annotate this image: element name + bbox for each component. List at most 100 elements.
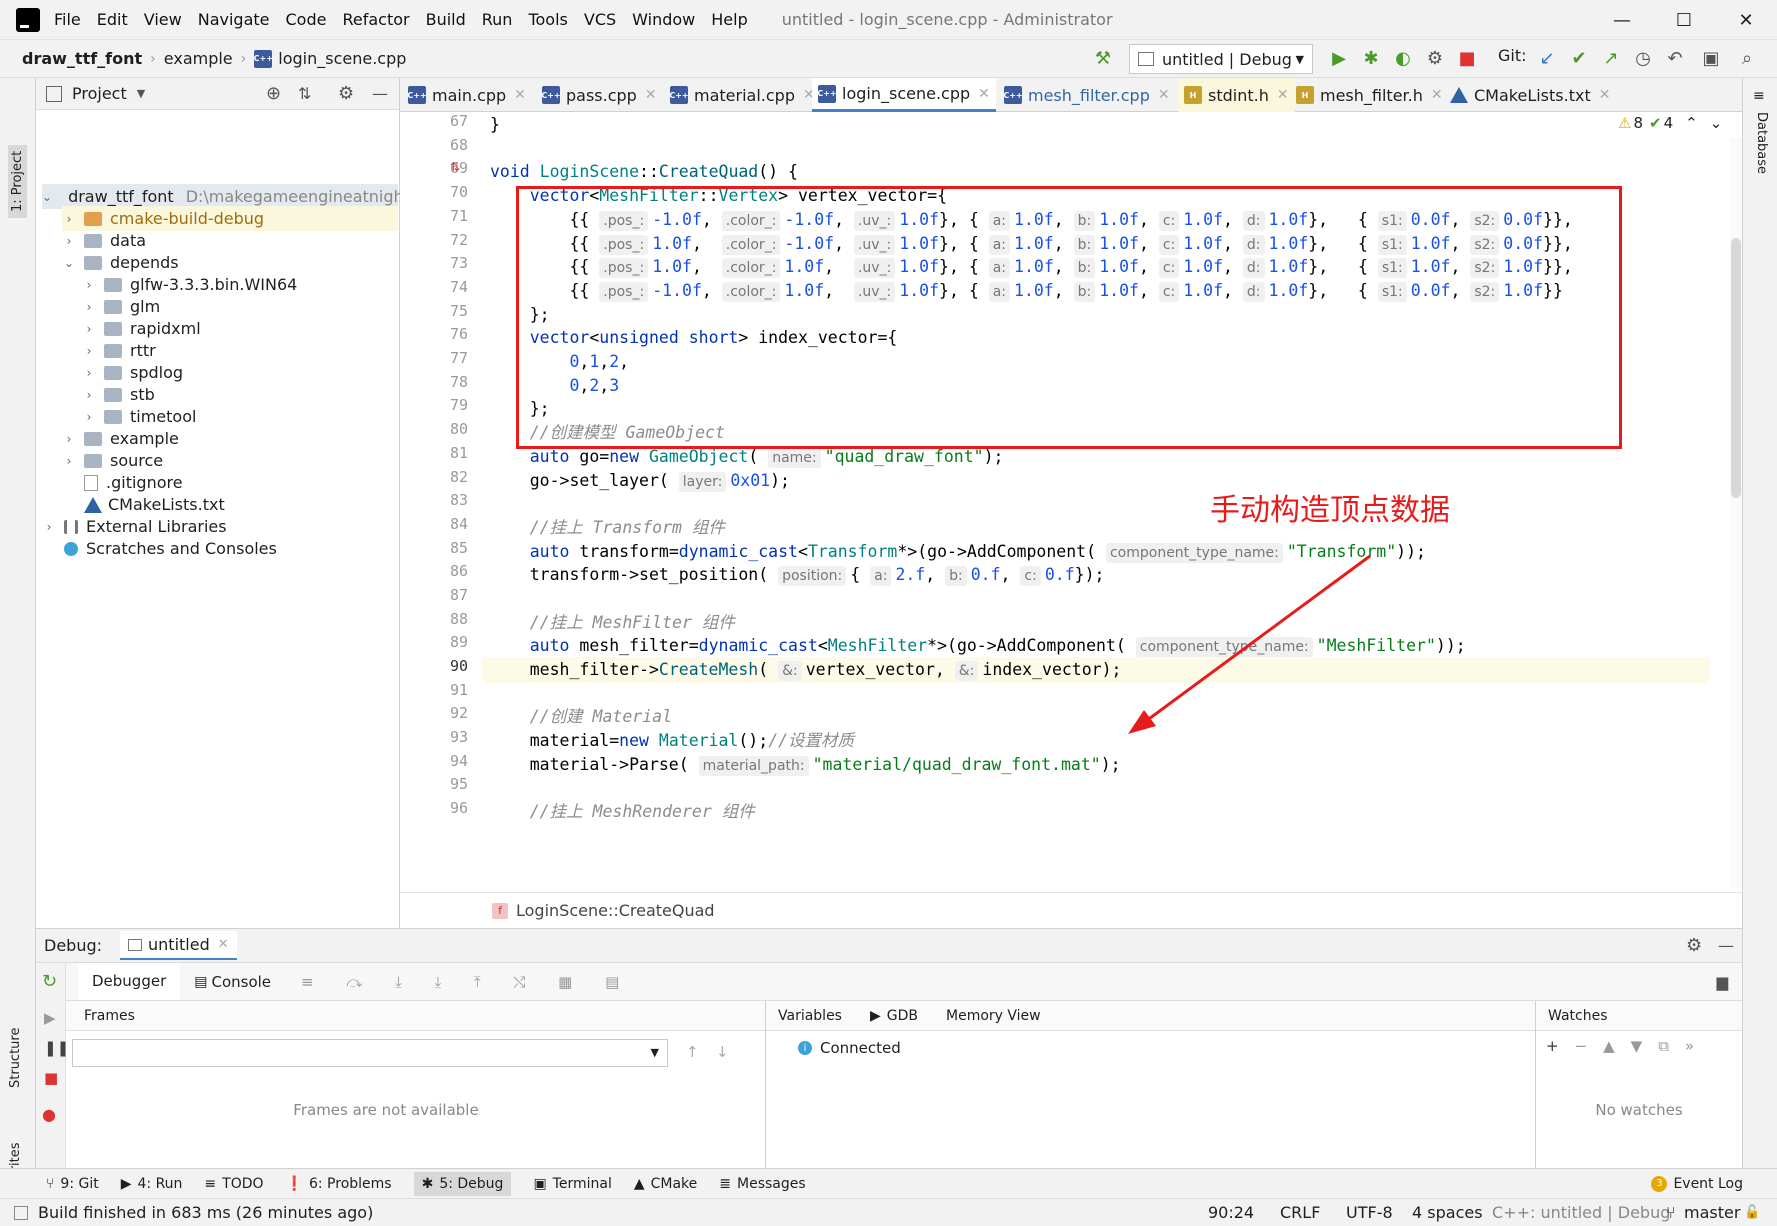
close-icon[interactable]: ✕ (514, 87, 526, 103)
menu-build[interactable]: Build (426, 10, 466, 29)
status-message[interactable]: Build finished in 683 ms (26 minutes ago… (38, 1203, 373, 1222)
editor-breadcrumb[interactable]: f LoginScene::CreateQuad (400, 892, 1742, 928)
chevron-right-icon[interactable]: › (82, 322, 96, 336)
tool-terminal[interactable]: ▣ Terminal (533, 1176, 611, 1192)
tool-git[interactable]: ⑂ 9: Git (46, 1176, 99, 1192)
editor-scrollbar[interactable] (1730, 138, 1742, 888)
run-configuration-select[interactable]: untitled | Debug ▼ (1129, 44, 1313, 74)
arrow-up-icon[interactable]: ↑ (686, 1043, 699, 1061)
scrollbar-thumb[interactable] (1731, 238, 1741, 498)
chevron-right-icon[interactable]: › (82, 278, 96, 292)
locate-file-icon[interactable]: ⊕ (266, 83, 281, 104)
minimize-icon[interactable]: — (1591, 0, 1653, 40)
tab-login-scene-cpp[interactable]: C++ login_scene.cpp ✕ (812, 78, 996, 112)
chevron-down-icon[interactable]: ⌄ (1710, 114, 1723, 132)
tool-messages[interactable]: ≣ Messages (719, 1176, 805, 1192)
chevron-right-icon[interactable]: › (62, 432, 76, 446)
tree-item-scratches[interactable]: Scratches and Consoles (64, 536, 277, 561)
tool-tab-database[interactable]: Database (1754, 112, 1769, 174)
rollback-icon[interactable]: ↶ (1662, 45, 1688, 71)
close-icon[interactable]: ✕ (1599, 87, 1611, 103)
menu-vcs[interactable]: VCS (584, 10, 616, 29)
tool-debug[interactable]: ✱ 5: Debug (413, 1171, 512, 1196)
stop-icon[interactable]: ■ (1454, 45, 1480, 71)
close-icon[interactable]: ✕ (645, 87, 657, 103)
close-icon[interactable]: ✕ (218, 937, 229, 952)
resolve-context[interactable]: C++: untitled | Debug (1492, 1203, 1670, 1222)
breadcrumb-project[interactable]: draw_ttf_font (22, 49, 142, 68)
step-icons[interactable]: ≡ ⤼ ⤓ ⤓ ⤒ ⤭ ▦ ▤ (301, 973, 633, 991)
lock-icon[interactable]: 🔓 (1744, 1205, 1760, 1220)
tool-tab-project[interactable]: 1: Project (8, 144, 27, 218)
git-commit-icon[interactable]: ✔ (1566, 45, 1592, 71)
watches-toolbar[interactable]: +−▲▼⧉» (1546, 1037, 1710, 1055)
layout-icon[interactable]: ▣ (1698, 45, 1724, 71)
override-gutter-icon[interactable]: ⇅ (450, 160, 460, 174)
tab-stdint-h[interactable]: Hstdint.h ✕ (1178, 78, 1295, 112)
menu-run[interactable]: Run (482, 10, 513, 29)
chevron-right-icon[interactable]: › (62, 234, 76, 248)
search-icon[interactable]: ⌕ (1734, 45, 1760, 71)
menu-view[interactable]: View (144, 10, 182, 29)
tab-console[interactable]: Console (211, 973, 271, 991)
breadcrumb-file[interactable]: login_scene.cpp (278, 49, 406, 68)
rerun-icon[interactable]: ↻ (42, 971, 57, 992)
attach-debugger-icon[interactable]: ⚙ (1422, 45, 1448, 71)
tab-mesh-filter-h[interactable]: Hmesh_filter.h ✕ (1296, 78, 1443, 112)
tab-cmakelists[interactable]: CMakeLists.txt ✕ (1450, 78, 1610, 112)
tab-memory-view[interactable]: Memory View (946, 1008, 1041, 1024)
gear-icon[interactable]: ⚙ (1686, 935, 1702, 956)
close-icon[interactable]: ✕ (1715, 0, 1777, 40)
close-icon[interactable]: ✕ (978, 86, 990, 102)
menu-refactor[interactable]: Refactor (342, 10, 409, 29)
tab-debugger[interactable]: Debugger (78, 963, 181, 1000)
chevron-right-icon[interactable]: › (82, 388, 96, 402)
git-push-icon[interactable]: ↗ (1598, 45, 1624, 71)
tool-cmake[interactable]: ▲ CMake (634, 1176, 697, 1192)
layout-icon[interactable]: ▆ (1716, 973, 1728, 991)
menu-help[interactable]: Help (711, 10, 747, 29)
thread-select[interactable]: ▼ (72, 1039, 668, 1067)
close-icon[interactable]: ✕ (1158, 87, 1170, 103)
chevron-right-icon[interactable]: › (42, 520, 56, 534)
tab-variables[interactable]: Variables (778, 1008, 842, 1024)
tool-problems[interactable]: ❗ 6: Problems (286, 1176, 392, 1192)
chevron-down-icon[interactable]: ⌄ (62, 256, 76, 270)
chevron-right-icon[interactable]: › (82, 344, 96, 358)
chevron-right-icon[interactable]: › (62, 454, 76, 468)
project-panel-title[interactable]: Project (72, 84, 127, 103)
line-separator[interactable]: CRLF (1280, 1203, 1320, 1222)
tool-event-log[interactable]: 3 Event Log (1651, 1175, 1743, 1192)
indent-setting[interactable]: 4 spaces (1412, 1203, 1483, 1222)
chevron-down-icon[interactable]: ▼ (137, 87, 145, 100)
arrow-down-icon[interactable]: ↓ (716, 1043, 729, 1061)
menu-tools[interactable]: Tools (528, 10, 567, 29)
menu-navigate[interactable]: Navigate (198, 10, 270, 29)
tab-mesh-filter-cpp[interactable]: C++ mesh_filter.cpp ✕ (1003, 78, 1170, 112)
chevron-right-icon[interactable]: › (62, 212, 76, 226)
tab-pass-cpp[interactable]: C++ pass.cpp ✕ (541, 78, 657, 112)
debug-bug-icon[interactable]: ✱ (1358, 45, 1384, 71)
gear-icon[interactable]: ⚙ (338, 83, 354, 104)
tab-gdb[interactable]: GDB (887, 1008, 918, 1024)
collapse-all-icon[interactable]: ⇅ (298, 84, 311, 103)
chevron-down-icon[interactable]: ⌄ (42, 190, 52, 204)
tool-run[interactable]: ▶ 4: Run (121, 1176, 183, 1192)
git-update-icon[interactable]: ↙ (1534, 45, 1560, 71)
breakpoints-icon[interactable]: ● (42, 1105, 56, 1124)
history-icon[interactable]: ◷ (1630, 45, 1656, 71)
git-branch[interactable]: master (1684, 1203, 1740, 1222)
menu-code[interactable]: Code (286, 10, 327, 29)
coverage-icon[interactable]: ◐ (1390, 45, 1416, 71)
caret-position[interactable]: 90:24 (1208, 1203, 1254, 1222)
tool-todo[interactable]: ≡ TODO (204, 1176, 263, 1192)
hide-panel-icon[interactable]: — (372, 84, 388, 103)
session-tab[interactable]: untitled ✕ (120, 931, 237, 960)
menu-edit[interactable]: Edit (97, 10, 128, 29)
stop-icon[interactable]: ■ (44, 1069, 58, 1087)
chevron-right-icon[interactable]: › (82, 300, 96, 314)
close-icon[interactable]: ✕ (1277, 87, 1289, 103)
build-hammer-icon[interactable]: ⚒ (1090, 45, 1116, 71)
breadcrumb-folder[interactable]: example (164, 49, 233, 68)
maximize-icon[interactable]: ☐ (1653, 0, 1715, 40)
